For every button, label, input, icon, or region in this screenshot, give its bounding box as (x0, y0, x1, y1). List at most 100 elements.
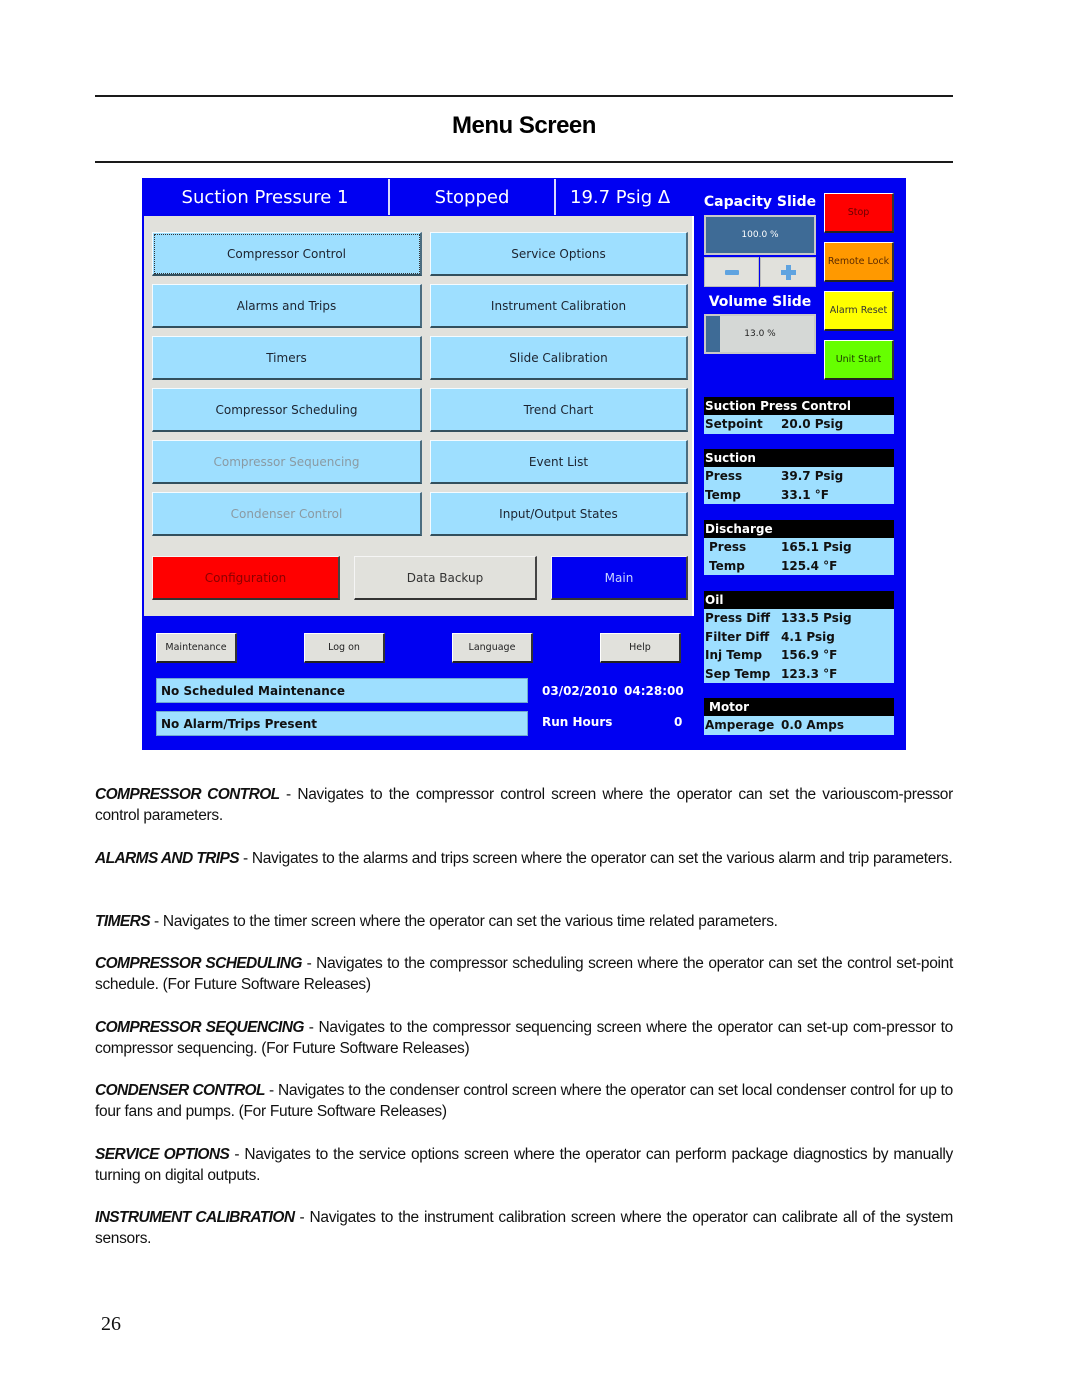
input-output-states-button[interactable]: Input/Output States (430, 492, 688, 536)
maintenance-button[interactable]: Maintenance (156, 633, 237, 663)
description-term: INSTRUMENT CALIBRATION (95, 1209, 295, 1226)
trend-chart-button[interactable]: Trend Chart (430, 388, 688, 432)
group-title: Suction Press Control (704, 397, 894, 415)
volume-slide-label: Volume Slide (708, 294, 812, 310)
top-rule (95, 95, 953, 97)
pressure-delta-label: 19.7 Psig Δ (570, 186, 671, 208)
compressor-sequencing-button[interactable]: Compressor Sequencing (152, 440, 422, 484)
readout-label: Temp (705, 487, 741, 502)
readout-label: Sep Temp (705, 666, 771, 681)
readout-row: Sep Temp 123.3 °F (704, 665, 894, 684)
suction-press-control-group: Suction Press Control Setpoint 20.0 Psig (704, 397, 894, 434)
oil-group: Oil Press Diff 133.5 Psig Filter Diff 4.1 … (704, 591, 894, 683)
compressor-scheduling-button[interactable]: Compressor Scheduling (152, 388, 422, 432)
run-hours-value: 0 (674, 715, 683, 729)
readout-label: Amperage (705, 718, 775, 732)
readout-label: Press (705, 469, 743, 483)
readout-value: 156.9 °F (781, 648, 838, 662)
description-instrument-calibration: INSTRUMENT CALIBRATION - Navigates to th… (95, 1207, 953, 1249)
group-title: Discharge (704, 520, 894, 538)
group-title: Motor (704, 698, 894, 716)
description-term: CONDENSER CONTROL (95, 1082, 265, 1099)
description-compressor-sequencing: COMPRESSOR SEQUENCING - Navigates to the… (95, 1017, 953, 1059)
description-term: TIMERS (95, 913, 151, 930)
description-text: - Navigates to the alarms and trips scre… (238, 850, 953, 867)
description-text: - Navigates to the timer screen where th… (149, 913, 778, 930)
event-list-button[interactable]: Event List (430, 440, 688, 484)
readout-value: 123.3 °F (781, 666, 838, 681)
compressor-control-button[interactable]: Compressor Control (152, 232, 422, 276)
slide-calibration-button[interactable]: Slide Calibration (430, 336, 688, 380)
readout-value: 39.7 Psig (781, 469, 844, 483)
log-on-button[interactable]: Log on (304, 633, 385, 663)
readout-label: Inj Temp (705, 648, 763, 662)
group-title: Suction (704, 449, 894, 467)
readout-value: 165.1 Psig (781, 540, 852, 554)
menu-panel: Compressor Control Service Options Alarm… (144, 216, 694, 616)
readout-row: Press 165.1 Psig (704, 538, 894, 557)
description-compressor-scheduling: COMPRESSOR SCHEDULING - Navigates to the… (95, 953, 953, 995)
configuration-button[interactable]: Configuration (152, 556, 340, 600)
description-term: COMPRESSOR CONTROL (95, 786, 280, 803)
group-title: Oil (704, 591, 894, 609)
capacity-slide-value: 100.0 % (741, 230, 779, 240)
readout-row: Filter Diff 4.1 Psig (704, 628, 894, 647)
readout-row: Press 39.7 Psig (704, 467, 894, 486)
alarm-reset-button[interactable]: Alarm Reset (824, 291, 894, 331)
stop-button[interactable]: Stop (824, 193, 894, 233)
readout-row: Amperage 0.0 Amps (704, 716, 894, 735)
suction-group: Suction Press 39.7 Psig Temp 33.1 °F (704, 449, 894, 504)
capacity-increase-button[interactable] (760, 257, 816, 287)
unit-start-button[interactable]: Unit Start (824, 340, 894, 380)
capacity-slide-bar: 100.0 % (704, 215, 816, 255)
time-readout: 04:28:00 (624, 684, 684, 698)
description-service-options: SERVICE OPTIONS - Navigates to the servi… (95, 1144, 953, 1186)
page-number: 26 (101, 1313, 121, 1335)
readout-value: 0.0 Amps (781, 718, 844, 732)
discharge-group: Discharge Press 165.1 Psig Temp 125.4 °F (704, 520, 894, 575)
hmi-menu-screen: Suction Pressure 1 Stopped 19.7 Psig Δ C… (142, 178, 906, 750)
readout-row: Inj Temp 156.9 °F (704, 646, 894, 665)
date-readout: 03/02/2010 (542, 684, 618, 698)
remote-lock-button[interactable]: Remote Lock (824, 242, 894, 282)
readout-row: Press Diff 133.5 Psig (704, 609, 894, 628)
instrument-calibration-button[interactable]: Instrument Calibration (430, 284, 688, 328)
readout-label: Press Diff (705, 611, 771, 625)
description-compressor-control: COMPRESSOR CONTROL - Navigates to the co… (95, 784, 953, 826)
motor-group: Motor Amperage 0.0 Amps (704, 698, 894, 735)
description-alarms-and-trips: ALARMS AND TRIPS - Navigates to the alar… (95, 848, 953, 869)
help-button[interactable]: Help (600, 633, 681, 663)
description-term: SERVICE OPTIONS (95, 1146, 230, 1163)
description-term: COMPRESSOR SCHEDULING (95, 955, 302, 972)
description-term: COMPRESSOR SEQUENCING (95, 1019, 304, 1036)
title-underline (95, 161, 953, 163)
alarms-and-trips-button[interactable]: Alarms and Trips (152, 284, 422, 328)
description-condenser-control: CONDENSER CONTROL - Navigates to the con… (95, 1080, 953, 1122)
readout-label: Press (709, 540, 747, 554)
data-backup-button[interactable]: Data Backup (354, 556, 537, 600)
description-timers: TIMERS - Navigates to the timer screen w… (95, 911, 953, 932)
readout-label: Setpoint (705, 417, 763, 431)
service-options-button[interactable]: Service Options (430, 232, 688, 276)
capacity-decrease-button[interactable] (704, 257, 759, 287)
readout-value: 4.1 Psig (781, 629, 835, 644)
description-term: ALARMS AND TRIPS (95, 850, 240, 867)
page-title: Menu Screen (452, 112, 596, 139)
condenser-control-button[interactable]: Condenser Control (152, 492, 422, 536)
volume-slide-bar: 13.0 % (704, 314, 816, 354)
compressor-status-label: Stopped (434, 186, 510, 208)
capacity-slide-label: Capacity Slide (703, 194, 817, 210)
readout-value: 133.5 Psig (781, 611, 852, 625)
volume-slide-value: 13.0 % (744, 329, 776, 339)
maintenance-status: No Scheduled Maintenance (156, 678, 528, 703)
readout-row: Setpoint 20.0 Psig (704, 415, 894, 434)
readout-row: Temp 33.1 °F (704, 486, 894, 505)
alarm-status: No Alarm/Trips Present (156, 711, 528, 736)
main-button[interactable]: Main (551, 556, 688, 600)
language-button[interactable]: Language (452, 633, 533, 663)
plus-icon (780, 264, 796, 280)
timers-button[interactable]: Timers (152, 336, 422, 380)
readout-row: Temp 125.4 °F (704, 557, 894, 576)
run-hours-label: Run Hours (542, 715, 613, 729)
readout-value: 125.4 °F (781, 558, 838, 573)
